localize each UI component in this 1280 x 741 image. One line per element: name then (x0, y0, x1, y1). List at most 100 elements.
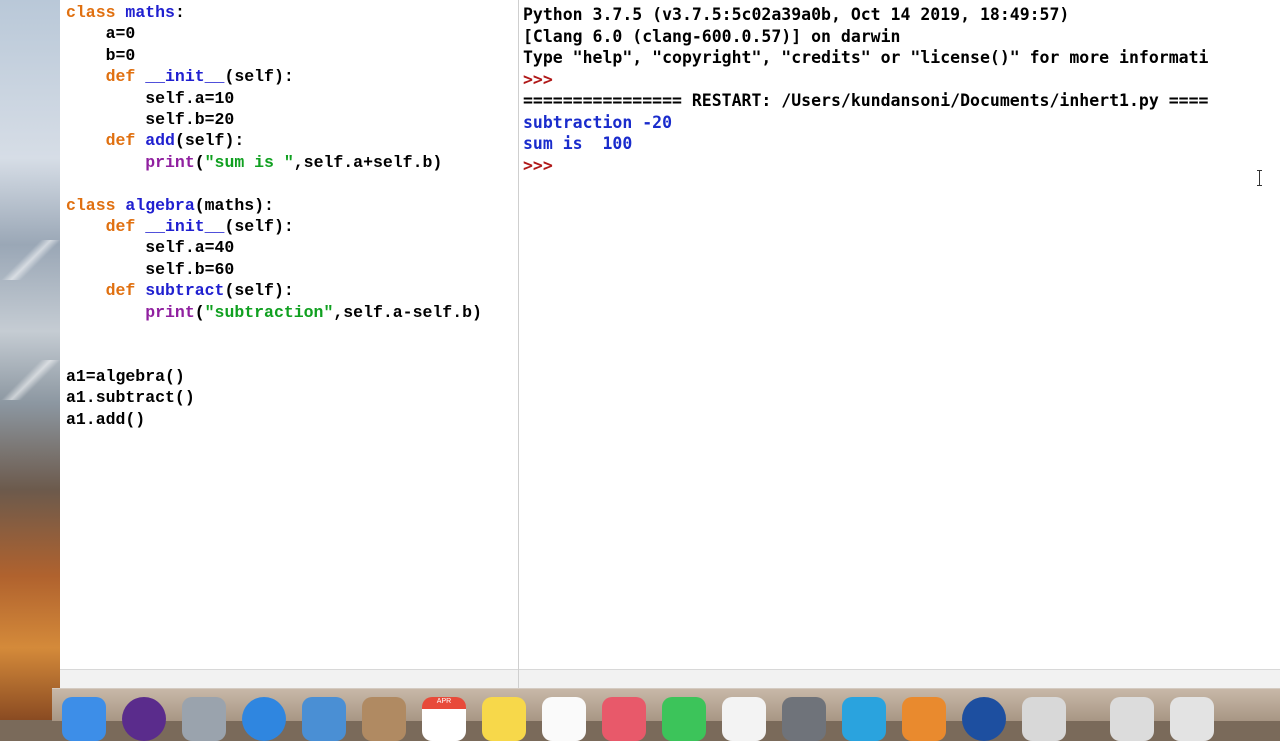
editor-code-token: print (145, 152, 195, 172)
editor-code-token (66, 217, 106, 236)
editor-code-line: class algebra(maths): (66, 195, 482, 216)
editor-code-token: (self): (224, 281, 294, 301)
python-shell-window[interactable]: Python 3.7.5 (v3.7.5:5c02a39a0b, Oct 14 … (519, 0, 1280, 688)
editor-code-token: a1.subtract() (66, 388, 195, 408)
editor-code-token: a=0 (66, 24, 136, 44)
editor-code-token: (self): (224, 67, 294, 87)
editor-status-bar (60, 669, 518, 688)
window-thumbnail-icon[interactable] (1110, 697, 1154, 741)
editor-code-token: maths (125, 3, 175, 22)
editor-code-token: a1=algebra() (66, 366, 185, 386)
pages-icon[interactable] (902, 697, 946, 741)
itunes-icon[interactable] (722, 697, 766, 741)
mail-icon[interactable] (302, 697, 346, 741)
editor-code-token: ,self.a-self.b) (333, 302, 482, 322)
telegram-icon[interactable] (842, 697, 886, 741)
finder-icon[interactable] (62, 697, 106, 741)
editor-code-token (66, 281, 106, 300)
editor-code-token: def (105, 281, 146, 301)
editor-code-line: print("subtraction",self.a-self.b) (66, 302, 482, 323)
editor-code-token: def (105, 217, 146, 237)
editor-code-line (66, 173, 482, 194)
shell-line: >>> (523, 69, 1280, 91)
editor-code-token: ( (194, 152, 205, 172)
editor-code-line: def add(self): (66, 130, 482, 151)
editor-code-token: add (145, 131, 175, 151)
editor-code-token (66, 303, 145, 322)
safari-icon[interactable] (242, 697, 286, 741)
shell-line: sum is 100 (523, 133, 1280, 155)
editor-code-token: print (145, 302, 195, 322)
editor-code-line: self.b=60 (66, 259, 482, 280)
reminders-icon[interactable] (542, 697, 586, 741)
shell-line: >>> (523, 155, 1280, 177)
editor-code-line (66, 323, 482, 344)
shell-token: [Clang 6.0 (clang-600.0.57)] on darwin (523, 26, 901, 46)
dock: APR (52, 688, 1280, 741)
editor-code-token: "sum is " (204, 152, 294, 172)
editor-code-line: class maths: (66, 2, 482, 23)
python-launcher-icon[interactable] (1022, 697, 1066, 741)
shell-token: sum is 100 (523, 134, 633, 153)
shell-line: Python 3.7.5 (v3.7.5:5c02a39a0b, Oct 14 … (523, 4, 1280, 26)
editor-code-line: self.a=10 (66, 88, 482, 109)
editor-window[interactable]: class maths: a=0 b=0 def __init__(self):… (60, 0, 519, 688)
trash-icon[interactable] (1170, 697, 1214, 741)
editor-code-line: a=0 (66, 23, 482, 44)
siri-icon[interactable] (122, 697, 166, 741)
shell-line: ================ RESTART: /Users/kundans… (523, 90, 1280, 112)
quicktime-icon[interactable] (962, 697, 1006, 741)
editor-code-token: __init__ (145, 67, 225, 87)
wallpaper-ridge (0, 360, 62, 400)
editor-code-token: class (66, 3, 126, 22)
editor-code-token: (self): (174, 131, 245, 151)
editor-code-line: self.b=20 (66, 109, 482, 130)
editor-code-line: a1=algebra() (66, 366, 482, 387)
facetime-icon[interactable] (662, 697, 706, 741)
editor-code-area[interactable]: class maths: a=0 b=0 def __init__(self):… (66, 2, 482, 430)
editor-code-token (66, 153, 145, 172)
editor-code-token: b=0 (66, 45, 136, 65)
editor-code-token: def (105, 131, 146, 151)
wallpaper-ridge (0, 240, 62, 280)
editor-code-token: subtract (145, 281, 225, 301)
editor-code-token: ( (194, 302, 205, 322)
shell-line: subtraction -20 (523, 112, 1280, 134)
editor-code-token: self.a=40 (66, 238, 235, 258)
editor-code-token: (self): (224, 217, 294, 237)
editor-code-line: b=0 (66, 45, 482, 66)
editor-code-line: a1.add() (66, 409, 482, 430)
editor-code-token: def (105, 67, 146, 87)
editor-code-token: self.a=10 (66, 88, 235, 108)
shell-token: Type "help", "copyright", "credits" or "… (523, 48, 1209, 67)
editor-code-line: def __init__(self): (66, 66, 482, 87)
editor-code-token (66, 67, 106, 86)
photos-icon[interactable] (602, 697, 646, 741)
shell-token: Python 3.7.5 (v3.7.5:5c02a39a0b, Oct 14 … (523, 5, 1070, 24)
editor-code-token: a1.add() (66, 409, 146, 429)
contacts-icon[interactable] (362, 697, 406, 741)
calendar-icon[interactable]: APR (422, 697, 466, 741)
editor-code-token: "subtraction" (204, 302, 334, 322)
launchpad-icon[interactable] (182, 697, 226, 741)
desktop-wallpaper (0, 0, 62, 720)
editor-code-token (66, 131, 106, 150)
shell-status-bar (519, 669, 1280, 688)
editor-code-line: a1.subtract() (66, 387, 482, 408)
editor-code-token: __init__ (145, 217, 225, 237)
editor-code-token: self.b=60 (66, 259, 235, 279)
shell-output-area[interactable]: Python 3.7.5 (v3.7.5:5c02a39a0b, Oct 14 … (523, 4, 1280, 176)
editor-code-token: ,self.a+self.b) (293, 152, 443, 172)
text-cursor-icon (1256, 170, 1264, 186)
shell-token: >>> (523, 69, 563, 89)
editor-code-line: print("sum is ",self.a+self.b) (66, 152, 482, 173)
shell-token: subtraction -20 (523, 112, 673, 132)
editor-code-line: def __init__(self): (66, 216, 482, 237)
editor-code-token: : (174, 3, 185, 22)
editor-code-token: (maths): (194, 195, 274, 215)
notes-icon[interactable] (482, 697, 526, 741)
shell-token: >>> (523, 155, 563, 175)
system-preferences-icon[interactable] (782, 697, 826, 741)
shell-line: Type "help", "copyright", "credits" or "… (523, 47, 1280, 69)
editor-code-token: class (66, 195, 126, 215)
